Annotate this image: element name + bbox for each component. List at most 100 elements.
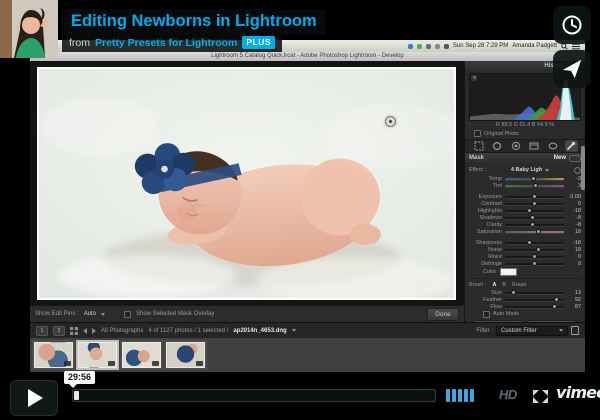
slider-feather[interactable]: Feather 92 [469,296,581,303]
slider-tint[interactable]: Tint 3 [469,182,581,189]
brush-a-button[interactable]: A [492,282,496,288]
color-swatch[interactable] [500,267,518,276]
done-button[interactable]: Done [427,307,459,321]
adjustment-pin[interactable] [384,115,396,127]
shadow-clipping-icon[interactable]: ◥ [471,75,477,81]
red-eye-tool[interactable] [509,140,522,152]
slider-contrast[interactable]: Contrast 0 [469,200,581,207]
volume-bars[interactable] [446,389,474,402]
crop-tool[interactable] [472,140,485,152]
slider-sharpness[interactable]: Sharpness -18 [469,239,581,246]
chevron-down-icon [291,329,296,332]
paper-plane-icon [562,59,582,79]
avatar-portrait [0,0,58,58]
mask-overlay-checkbox[interactable] [124,310,132,318]
adjustment-brush-tool[interactable] [564,140,578,152]
slider-noise[interactable]: Noise 18 [469,246,581,253]
previous-photo-arrow[interactable] [83,327,87,334]
fullscreen-button[interactable] [533,390,548,408]
effect-label: Effect : [469,167,487,173]
spot-removal-tool[interactable] [491,140,504,152]
play-button[interactable] [10,380,58,416]
mask-panel-body: Effect : 4 Baby Ligh Temp -3 Tint 3 Expo… [465,163,585,322]
filmstrip-filename[interactable]: ap2014n_4653.dng [233,328,286,334]
slider-temp[interactable]: Temp -3 [469,175,581,182]
menubar-status-icon[interactable] [416,43,422,49]
uploader-avatar[interactable] [0,0,58,58]
reset-button[interactable]: Reset [527,320,577,322]
filter-label: Filter : [476,327,493,334]
filmstrip-thumb-1[interactable] [32,340,75,370]
filmstrip-source[interactable]: All Photographs [101,328,143,334]
slider-clarity[interactable]: Clarity -8 [469,221,581,228]
vimeo-logo[interactable]: vimeo [556,383,600,402]
window-titlebar[interactable]: Lightroom 5 Catalog Quick.lrcat - Adobe … [30,52,585,61]
slider-saturation[interactable]: Saturation 18 [469,228,581,235]
filmstrip-info: 4 of 1127 photos / 1 selected / [148,327,229,334]
play-icon [28,389,43,407]
menubar-battery-icon[interactable] [443,43,449,49]
menubar-status-icon[interactable] [407,43,413,49]
next-photo-arrow[interactable] [92,327,96,334]
slider-defringe[interactable]: Defringe 0 [469,260,581,267]
filter-lock-icon[interactable] [571,326,579,335]
mask-new-button[interactable]: New [554,155,566,161]
radial-filter-tool[interactable] [546,140,559,152]
effect-preset-dropdown[interactable]: 4 Baby Ligh [511,167,542,173]
edit-pins-mode[interactable]: Auto [84,311,96,317]
clock-icon [562,15,582,35]
slider-shadows[interactable]: Shadows -8 [469,214,581,221]
panel-scrollbar[interactable] [581,146,585,190]
filmstrip-filter: Filter : Custom Filter [476,325,579,336]
filter-dropdown[interactable]: Custom Filter [496,325,568,336]
graduated-filter-tool[interactable] [528,140,541,152]
panel-switch-toggle[interactable] [569,154,581,162]
scrub-handle[interactable] [74,391,79,400]
mask-overlay-label: Show Selected Mask Overlay [136,311,215,317]
share-button[interactable] [553,50,591,88]
hd-badge[interactable]: HD [499,387,517,402]
slider-highlights[interactable]: Highlights -18 [469,207,581,214]
menubar-clock[interactable]: Sun Sep 28 7:29 PM [453,43,508,49]
filmstrip-thumb-3[interactable] [120,340,163,370]
menubar-status-icon[interactable] [425,43,431,49]
slider-flow[interactable]: Flow 87 [469,303,581,310]
slider-size[interactable]: Size 13 [469,289,581,296]
watch-later-button[interactable] [553,6,591,44]
menubar-user[interactable]: Amanda Padgett [512,43,557,49]
auto-mask-checkbox[interactable] [483,310,490,318]
second-window-button[interactable]: 2 [53,325,65,336]
filmstrip-thumb-4[interactable] [164,340,207,370]
brush-erase-button[interactable]: Erase [512,282,526,288]
photo-stage [30,61,464,305]
video-title[interactable]: Editing Newborns in Lightroom [62,9,326,35]
photo-column: Show Edit Pins : Auto Show Selected Mask… [30,61,464,322]
brush-label: Brush : [469,281,487,288]
original-photo-label: Original Photo [484,130,519,137]
rgb-readout: R 89.5 G 91.4 B 94.9 % [495,122,555,128]
menubar-wifi-icon[interactable] [434,43,440,49]
lightroom-body: Show Edit Pins : Auto Show Selected Mask… [30,61,585,322]
progress-bar[interactable] [72,389,436,402]
mask-panel-header[interactable]: Mask New [465,153,585,163]
filmstrip [30,338,585,372]
previous-button[interactable]: Previous [473,320,523,322]
slider-exposure[interactable]: Exposure 0.00 [469,193,581,200]
newborn-photo-image [39,69,454,298]
grid-view-icon[interactable] [70,326,78,335]
time-tooltip: 29:56 [64,371,96,388]
thumbnail-image [166,342,205,368]
brush-section-header: Brush : A B Erase [469,278,581,289]
brush-b-button[interactable]: B [502,282,506,288]
auto-mask-label: Auto Mask [493,311,519,317]
filmstrip-thumb-2-selected[interactable] [76,340,119,370]
video-byline: from Pretty Presets for Lightroom PLUS [62,34,283,52]
slider-moire[interactable]: Moiré 0 [469,253,581,260]
main-window-button[interactable]: 1 [36,325,48,336]
thumbnail-image [122,342,161,368]
channel-link[interactable]: Pretty Presets for Lightroom [95,37,237,49]
byline-prefix: from [69,36,90,49]
photo-newborn[interactable] [37,67,456,300]
original-photo-checkbox[interactable] [474,130,481,137]
color-label: Color [483,268,497,275]
